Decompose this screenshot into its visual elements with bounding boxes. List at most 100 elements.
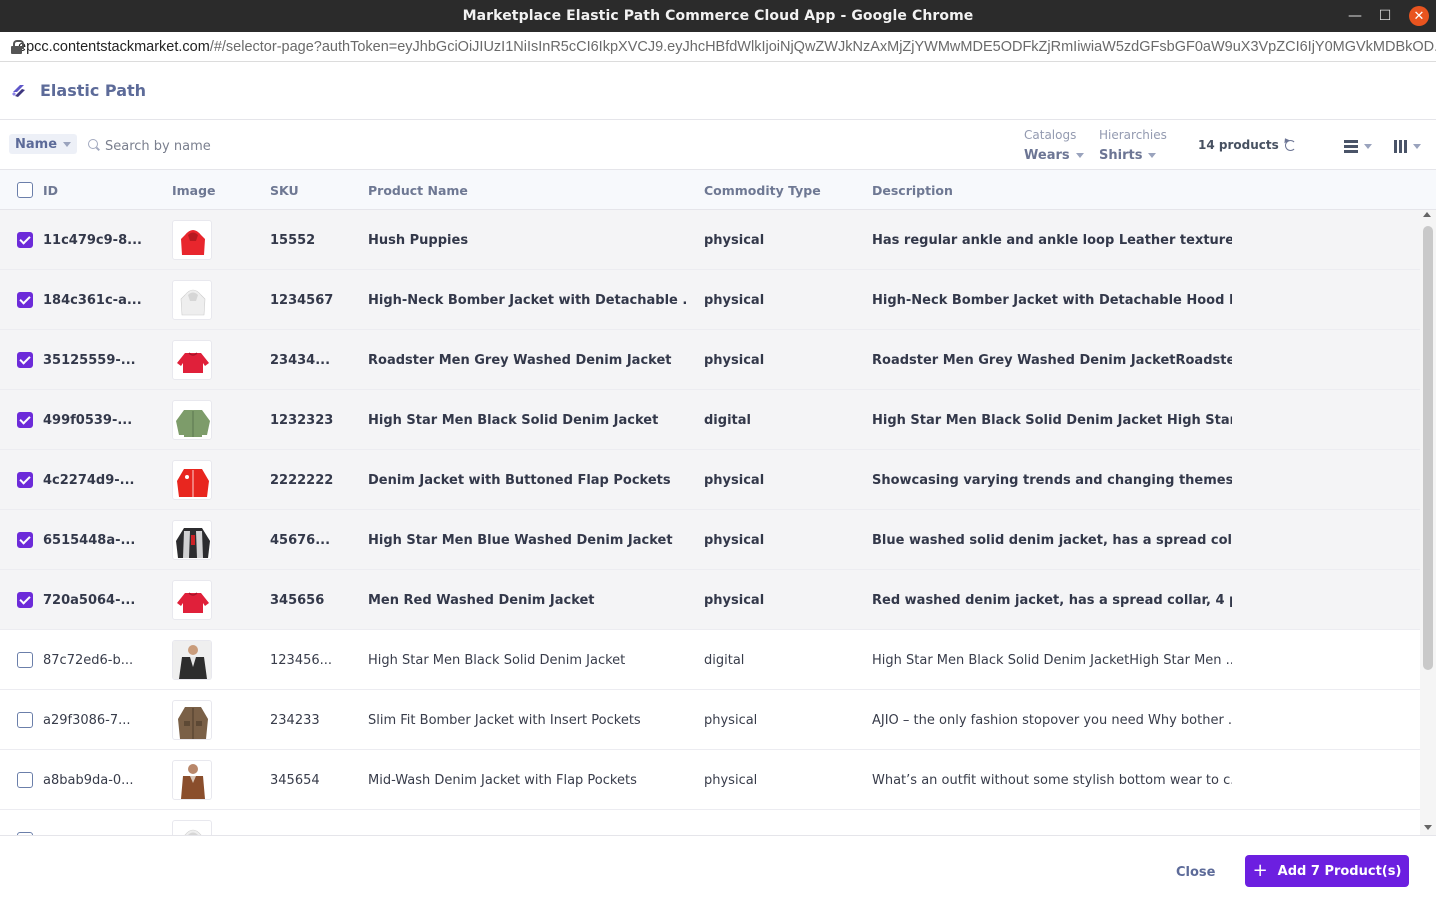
cell-product-name: Slim Fit Bomber Jacket with Insert Pocke… bbox=[368, 712, 641, 728]
search-icon bbox=[88, 139, 98, 149]
cell-product-name: Denim Jacket with Buttoned Flap Pockets bbox=[368, 472, 671, 488]
column-header-product-name[interactable]: Product Name bbox=[368, 183, 468, 198]
cell-commodity-type: physical bbox=[704, 592, 765, 608]
scrollbar-thumb[interactable] bbox=[1423, 226, 1433, 670]
table-row[interactable]: 499f0539-... 1232323 High Star Men Black S… bbox=[0, 390, 1420, 450]
table-row[interactable]: 720a5064-... 345656 Men Red Washed Denim J… bbox=[0, 570, 1420, 630]
cell-product-name: Roadster Men Grey Washed Denim Jacket bbox=[368, 352, 672, 368]
row-checkbox[interactable] bbox=[17, 232, 33, 248]
cell-sku: 2222222 bbox=[270, 472, 334, 488]
row-checkbox[interactable] bbox=[17, 712, 33, 728]
app-header: Elastic Path bbox=[0, 62, 1436, 120]
scroll-down-arrow-icon[interactable] bbox=[1424, 825, 1432, 830]
cell-id: 87c72ed6-b... bbox=[43, 652, 134, 668]
table-row[interactable]: 6515448a-... 45676... High Star Men Blue W… bbox=[0, 510, 1420, 570]
cell-product-name: Men Red Washed Denim Jacket bbox=[368, 592, 595, 608]
chevron-down-icon bbox=[1364, 143, 1372, 149]
minimize-icon[interactable]: — bbox=[1340, 0, 1370, 32]
cell-commodity-type: physical bbox=[704, 772, 758, 788]
catalogs-filter[interactable]: Catalogs Wears bbox=[1024, 128, 1084, 163]
hierarchies-filter[interactable]: Hierarchies Shirts bbox=[1099, 128, 1167, 163]
cell-description: Showcasing varying trends and changing t… bbox=[872, 472, 1232, 488]
refresh-icon[interactable] bbox=[1285, 140, 1296, 151]
close-button[interactable]: Close bbox=[1165, 858, 1226, 886]
cell-description: High Star Men Black Solid Denim Jacket H… bbox=[872, 412, 1232, 428]
cell-commodity-type bbox=[704, 810, 854, 835]
column-header-commodity-type[interactable]: Commodity Type bbox=[704, 183, 821, 198]
row-checkbox[interactable] bbox=[17, 652, 33, 668]
row-checkbox[interactable] bbox=[17, 472, 33, 488]
cell-commodity-type: physical bbox=[704, 712, 758, 728]
table-row[interactable]: 4c2274d9-... 2222222 Denim Jacket with But… bbox=[0, 450, 1420, 510]
table-row[interactable]: 184c361c-a... 1234567 High-Neck Bomber Jac… bbox=[0, 270, 1420, 330]
product-thumbnail bbox=[172, 280, 212, 320]
rows-icon bbox=[1344, 139, 1358, 153]
cell-product-name: High-Neck Bomber Jacket with Detachable … bbox=[368, 292, 688, 308]
product-thumbnail bbox=[172, 760, 212, 800]
column-settings-button[interactable] bbox=[1394, 139, 1424, 153]
cell-commodity-type: digital bbox=[704, 652, 745, 668]
cell-id: 35125559-... bbox=[43, 352, 136, 368]
column-header-id[interactable]: ID bbox=[43, 183, 58, 198]
product-thumbnail bbox=[172, 580, 212, 620]
chevron-down-icon bbox=[1413, 143, 1421, 149]
search-field-label: Name bbox=[15, 136, 58, 152]
row-checkbox[interactable] bbox=[17, 772, 33, 788]
catalogs-value: Wears bbox=[1024, 148, 1070, 163]
scroll-up-arrow-icon[interactable] bbox=[1423, 212, 1431, 217]
table-row[interactable]: a29f3086-7... 234233 Slim Fit Bomber Jacke… bbox=[0, 690, 1420, 750]
address-bar[interactable]: epcc.contentstackmarket.com/#/selector-p… bbox=[0, 32, 1436, 62]
cell-description: Red washed denim jacket, has a spread co… bbox=[872, 592, 1232, 608]
cell-description: AJIO – the only fashion stopover you nee… bbox=[872, 712, 1232, 728]
cell-description: Blue washed solid denim jacket, has a sp… bbox=[872, 532, 1232, 548]
row-checkbox[interactable] bbox=[17, 352, 33, 368]
cell-product-name: High Star Men Blue Washed Denim Jacket bbox=[368, 532, 673, 548]
cell-description: What’s an outfit without some stylish bo… bbox=[872, 772, 1232, 788]
select-all-checkbox[interactable] bbox=[17, 182, 33, 198]
search-input[interactable] bbox=[105, 136, 405, 156]
elastic-path-logo-icon bbox=[12, 84, 25, 97]
catalogs-label: Catalogs bbox=[1024, 128, 1077, 142]
cell-description: High Star Men Black Solid Denim JacketHi… bbox=[872, 652, 1232, 668]
cell-id: 4c2274d9-... bbox=[43, 472, 135, 488]
hierarchies-value: Shirts bbox=[1099, 148, 1143, 163]
catalogs-dropdown[interactable]: Wears bbox=[1024, 148, 1084, 163]
cell-product-name bbox=[368, 810, 688, 835]
table-row[interactable] bbox=[0, 810, 1420, 835]
product-thumbnail bbox=[172, 460, 212, 500]
maximize-icon[interactable]: ☐ bbox=[1370, 0, 1400, 32]
table-row[interactable]: 87c72ed6-b... 123456... High Star Men Blac… bbox=[0, 630, 1420, 690]
table-row[interactable]: a8bab9da-0... 345654 Mid-Wash Denim Jacket… bbox=[0, 750, 1420, 810]
column-header-image[interactable]: Image bbox=[172, 183, 216, 198]
product-thumbnail bbox=[172, 700, 212, 740]
table-row[interactable]: 11c479c9-8... 15552 Hush Puppies physical Ha… bbox=[0, 210, 1420, 270]
product-thumbnail bbox=[172, 340, 212, 380]
window-close-button[interactable]: ✕ bbox=[1404, 0, 1434, 32]
cell-commodity-type: physical bbox=[704, 532, 765, 548]
cell-id: 184c361c-a... bbox=[43, 292, 142, 308]
table-row[interactable]: 35125559-... 23434... Roadster Men Grey Wa… bbox=[0, 330, 1420, 390]
product-count: 14 products bbox=[1198, 138, 1279, 152]
search-field-selector[interactable]: Name bbox=[9, 134, 78, 154]
cell-commodity-type: digital bbox=[704, 412, 751, 428]
product-thumbnail bbox=[172, 820, 212, 835]
cell-id: a29f3086-7... bbox=[43, 712, 131, 728]
brand-title: Elastic Path bbox=[40, 81, 147, 100]
row-checkbox[interactable] bbox=[17, 532, 33, 548]
row-checkbox[interactable] bbox=[17, 292, 33, 308]
column-header-sku[interactable]: SKU bbox=[270, 183, 299, 198]
row-density-button[interactable] bbox=[1344, 139, 1374, 153]
add-products-button[interactable]: + Add 7 Product(s) bbox=[1245, 855, 1409, 887]
cell-id: 499f0539-... bbox=[43, 412, 133, 428]
cell-sku: 1232323 bbox=[270, 412, 334, 428]
row-checkbox[interactable] bbox=[17, 412, 33, 428]
product-thumbnail bbox=[172, 400, 212, 440]
cell-sku: 45676... bbox=[270, 532, 331, 548]
url-path: /#/selector-page?authToken=eyJhbGciOiJIU… bbox=[209, 38, 1436, 55]
cell-product-name: High Star Men Black Solid Denim Jacket bbox=[368, 412, 659, 428]
column-header-description[interactable]: Description bbox=[872, 183, 953, 198]
cell-description bbox=[872, 810, 1232, 835]
row-checkbox[interactable] bbox=[17, 592, 33, 608]
product-thumbnail bbox=[172, 520, 212, 560]
hierarchies-dropdown[interactable]: Shirts bbox=[1099, 148, 1167, 163]
